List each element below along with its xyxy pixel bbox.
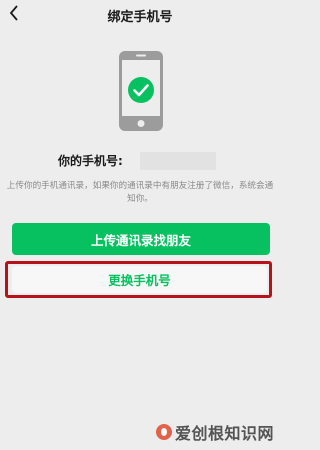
watermark-text: 爱创根知识网 xyxy=(174,424,274,443)
navigation-bar: 绑定手机号 xyxy=(0,0,280,30)
phone-with-check-icon xyxy=(119,51,163,131)
page-title: 绑定手机号 xyxy=(107,10,173,25)
upload-contacts-button[interactable]: 上传通讯录找朋友 xyxy=(12,223,270,255)
change-phone-button[interactable]: 更换手机号 xyxy=(12,266,267,293)
watermark-logo-icon xyxy=(155,424,172,440)
phone-number-masked xyxy=(140,152,216,170)
watermark: 爱创根知识网 xyxy=(155,420,274,444)
phone-number-label: 你的手机号: xyxy=(58,154,123,168)
upload-description: 上传你的手机通讯录，如果你的通讯录中有朋友注册了微信，系统会通知你。 xyxy=(6,181,274,204)
